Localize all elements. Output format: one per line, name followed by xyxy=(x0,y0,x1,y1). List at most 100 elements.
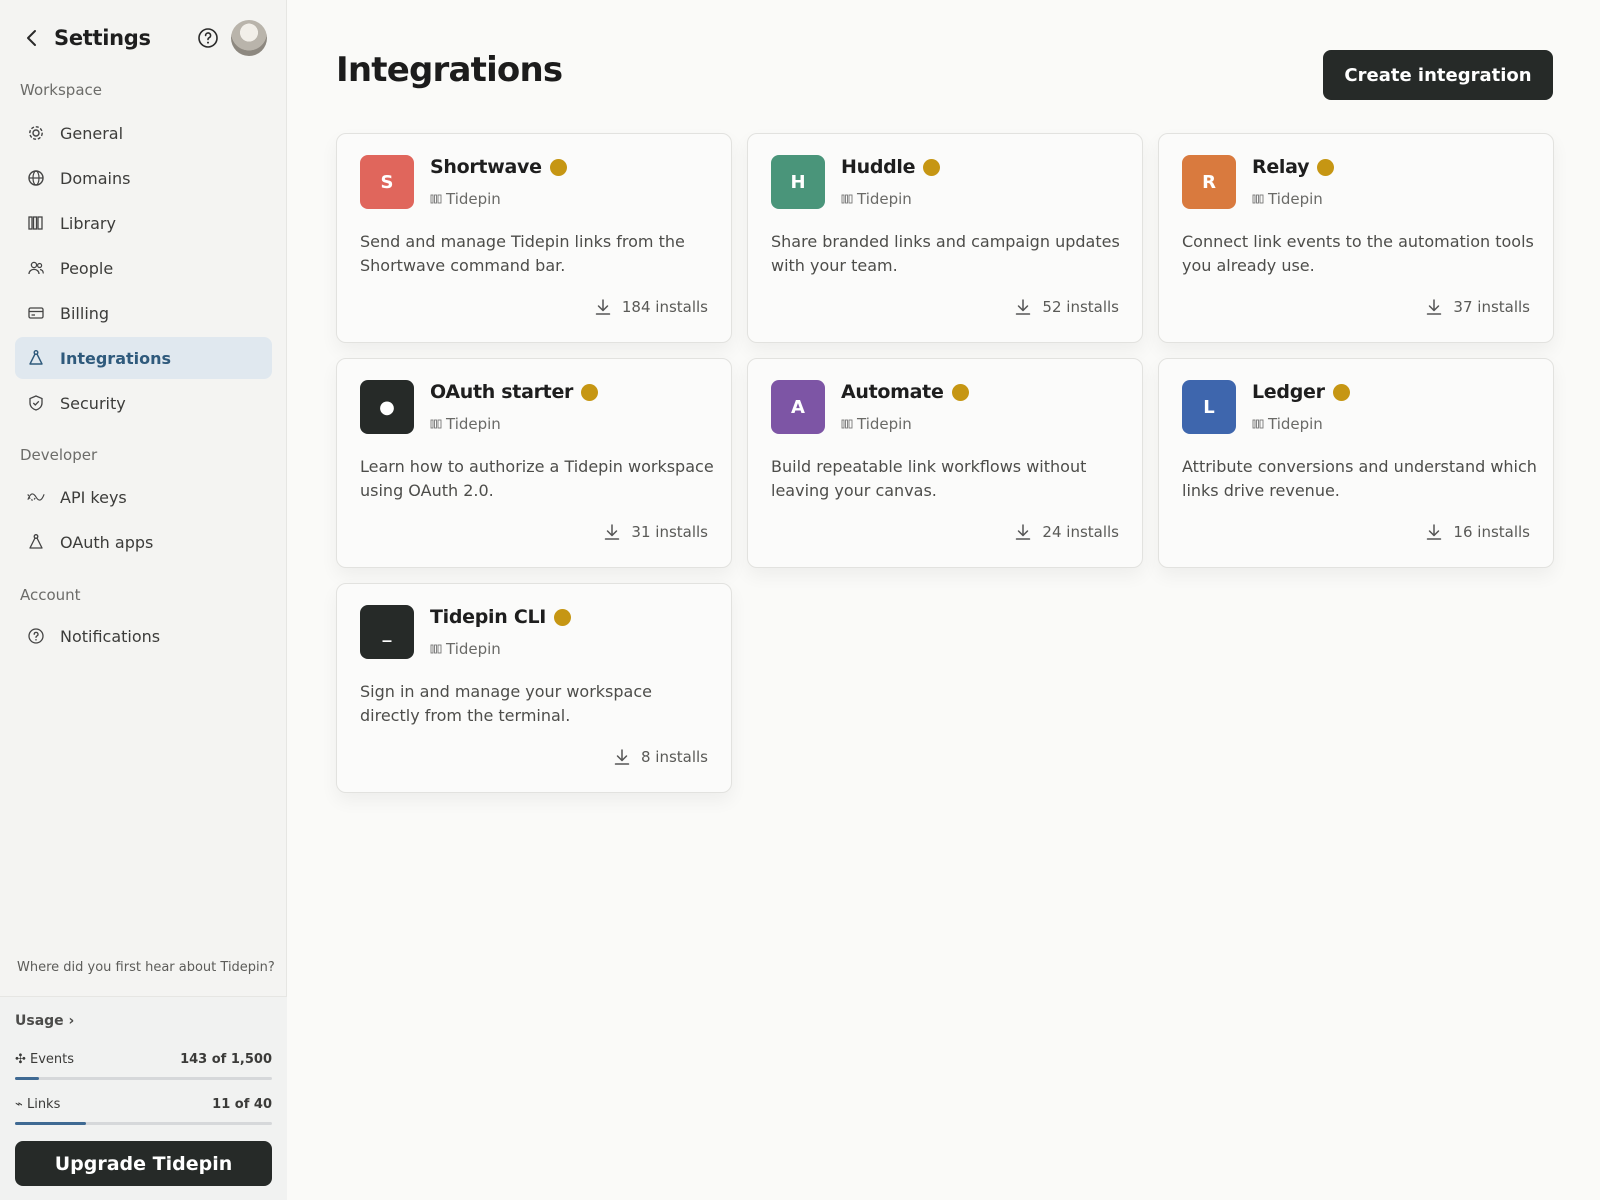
integration-card[interactable]: ● OAuth starter Tidepin Learn how to aut… xyxy=(336,358,732,568)
integration-installs: 184 installs xyxy=(594,298,708,316)
library-icon xyxy=(430,194,442,204)
usage-title[interactable]: Usage › xyxy=(15,1013,74,1029)
integration-card[interactable]: A Automate Tidepin Build repeatable link… xyxy=(747,358,1143,568)
installs-count: 31 installs xyxy=(631,523,708,541)
integration-name-row: Automate xyxy=(841,381,969,403)
people-icon xyxy=(27,259,45,277)
download-icon xyxy=(595,299,611,315)
integration-org: Tidepin xyxy=(1252,415,1323,433)
oauth-icon xyxy=(27,533,45,551)
gear-icon xyxy=(27,124,45,142)
download-icon xyxy=(605,524,620,540)
integration-logo: S xyxy=(360,155,414,209)
usage-events-row: ✣ Events 143 of 1,500 xyxy=(15,1052,272,1067)
events-progress-fill xyxy=(15,1077,40,1080)
sidebar-item-label: Integrations xyxy=(60,348,172,368)
upgrade-button[interactable]: Upgrade Tidepin xyxy=(15,1141,272,1186)
integration-description: Share branded links and campaign updates… xyxy=(771,232,1120,275)
integration-installs: 37 installs xyxy=(1425,298,1530,316)
download-icon xyxy=(1427,299,1442,315)
integration-name-row: Tidepin CLI xyxy=(430,606,572,628)
integration-description: Attribute conversions and understand whi… xyxy=(1182,457,1537,500)
sidebar-item-general[interactable]: General xyxy=(15,112,272,154)
integration-org-name: Tidepin xyxy=(857,415,912,433)
sidebar-item-billing[interactable]: Billing xyxy=(15,292,272,334)
installs-count: 184 installs xyxy=(621,298,708,316)
verified-badge-icon xyxy=(581,383,599,401)
sidebar-item-oauth-apps[interactable]: OAuth apps xyxy=(15,521,272,563)
sidebar-item-library[interactable]: Library xyxy=(15,202,272,244)
usage-links-row: ⌁ Links 11 of 40 xyxy=(15,1097,272,1112)
library-icon xyxy=(1252,194,1264,204)
sidebar-item-domains[interactable]: Domains xyxy=(15,157,272,199)
integrations-icon xyxy=(27,349,45,367)
survey-link[interactable]: Where did you first hear about Tidepin? xyxy=(17,960,275,975)
library-icon xyxy=(1252,419,1264,429)
integration-card[interactable]: _ Tidepin CLI Tidepin Sign in and manage… xyxy=(336,583,732,793)
verified-badge-icon xyxy=(923,158,941,176)
installs-count: 52 installs xyxy=(1042,298,1119,316)
sidebar-item-label: Security xyxy=(60,393,126,413)
settings-title: Settings xyxy=(54,26,151,50)
library-icon xyxy=(430,419,442,429)
sidebar: Settings Workspace General Domains Libra… xyxy=(0,0,287,1200)
integration-name-row: Relay xyxy=(1252,156,1335,178)
integration-logo: _ xyxy=(360,605,414,659)
back-arrow-icon[interactable] xyxy=(20,26,44,50)
integration-name: Ledger xyxy=(1252,381,1325,403)
api-icon xyxy=(27,488,45,506)
sidebar-item-label: General xyxy=(60,123,124,143)
sidebar-item-security[interactable]: Security xyxy=(15,382,272,424)
events-progress xyxy=(15,1077,272,1080)
integration-description: Build repeatable link workflows without … xyxy=(771,457,1087,500)
sidebar-item-label: Domains xyxy=(60,168,131,188)
library-icon xyxy=(27,214,45,232)
integration-card[interactable]: S Shortwave Tidepin Send and manage Tide… xyxy=(336,133,732,343)
integration-card[interactable]: L Ledger Tidepin Attribute conversions a… xyxy=(1158,358,1554,568)
integration-installs: 31 installs xyxy=(603,523,708,541)
card-icon xyxy=(27,304,45,322)
avatar[interactable] xyxy=(231,20,267,56)
shield-icon xyxy=(27,394,45,412)
integration-name: Relay xyxy=(1252,156,1310,178)
integration-org: Tidepin xyxy=(841,415,912,433)
sidebar-item-label: Library xyxy=(60,213,116,233)
integration-org: Tidepin xyxy=(1252,190,1323,208)
sidebar-item-label: API keys xyxy=(60,487,127,507)
sidebar-item-label: People xyxy=(60,258,114,278)
verified-badge-icon xyxy=(549,158,567,176)
integration-org-name: Tidepin xyxy=(1268,415,1323,433)
verified-badge-icon xyxy=(951,383,969,401)
events-value: 143 of 1,500 xyxy=(180,1052,272,1067)
integration-card[interactable]: R Relay Tidepin Connect link events to t… xyxy=(1158,133,1554,343)
sidebar-header: Settings xyxy=(20,18,270,58)
integration-name-row: Ledger xyxy=(1252,381,1350,403)
sidebar-item-label: OAuth apps xyxy=(60,532,154,552)
create-integration-button[interactable]: Create integration xyxy=(1323,50,1553,100)
library-icon xyxy=(430,644,442,654)
integration-installs: 52 installs xyxy=(1014,298,1119,316)
sidebar-item-integrations[interactable]: Integrations xyxy=(15,337,272,379)
integration-org-name: Tidepin xyxy=(857,190,912,208)
library-icon xyxy=(841,194,853,204)
links-progress xyxy=(15,1122,272,1125)
sidebar-item-people[interactable]: People xyxy=(15,247,272,289)
integration-org: Tidepin xyxy=(430,640,501,658)
sidebar-item-label: Billing xyxy=(60,303,110,323)
download-icon xyxy=(1427,524,1442,540)
help-icon[interactable] xyxy=(196,26,220,50)
integration-description: Send and manage Tidepin links from the S… xyxy=(360,232,685,275)
events-label: ✣ Events xyxy=(15,1052,75,1067)
sidebar-item-api-keys[interactable]: API keys xyxy=(15,476,272,518)
sidebar-item-notifications[interactable]: Notifications xyxy=(15,615,272,657)
verified-badge-icon xyxy=(554,608,572,626)
links-value: 11 of 40 xyxy=(212,1097,272,1112)
integration-installs: 8 installs xyxy=(613,748,708,766)
bell-icon xyxy=(27,627,45,645)
integration-org-name: Tidepin xyxy=(446,415,501,433)
integration-card[interactable]: H Huddle Tidepin Share branded links and… xyxy=(747,133,1143,343)
links-progress-fill xyxy=(15,1122,86,1125)
integration-name: Shortwave xyxy=(430,156,542,178)
integration-name-row: Shortwave xyxy=(430,156,567,178)
integration-org-name: Tidepin xyxy=(446,190,501,208)
